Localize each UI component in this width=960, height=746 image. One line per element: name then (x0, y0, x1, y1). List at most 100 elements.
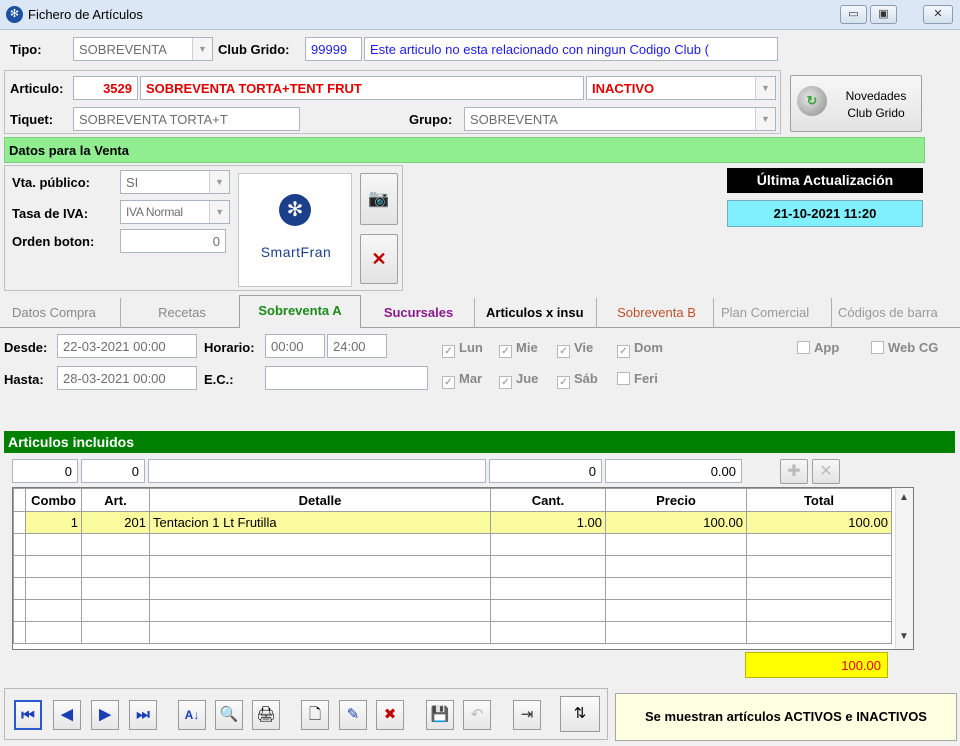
edit-art-field[interactable]: 0 (81, 459, 145, 483)
undo-button[interactable]: ↶ (463, 700, 491, 730)
check-icon: ✓ (557, 345, 570, 358)
horario-desde-field[interactable]: 00:00 (265, 334, 325, 358)
next-record-button[interactable]: ▶ (91, 700, 119, 730)
exit-button[interactable]: ⇥ (513, 700, 541, 730)
vta-publico-label: Vta. público: (12, 175, 90, 190)
edit-button[interactable]: ✎ (339, 700, 367, 730)
checkbox-dom[interactable]: ✓ Dom (617, 340, 663, 358)
edit-precio-field[interactable]: 0.00 (605, 459, 742, 483)
desde-field[interactable]: 22-03-2021 00:00 (57, 334, 197, 358)
check-icon: ✓ (617, 345, 630, 358)
column-header-combo[interactable]: Combo (25, 488, 82, 512)
vta-publico-value: SI (126, 175, 139, 190)
sort-button[interactable]: A↓ (178, 700, 206, 730)
previous-record-button[interactable]: ◀ (53, 700, 81, 730)
cell-precio[interactable]: 100.00 (605, 511, 747, 534)
tab-recetas[interactable]: Recetas (125, 298, 239, 328)
column-header-detalle[interactable]: Detalle (149, 488, 491, 512)
filter-button[interactable]: ⇅ (560, 696, 600, 732)
column-header-cant[interactable]: Cant. (490, 488, 606, 512)
row-indicator-header (13, 488, 26, 512)
edit-combo-field[interactable]: 0 (12, 459, 78, 483)
save-button[interactable]: 💾 (426, 700, 454, 730)
tipo-select[interactable]: SOBREVENTA ▼ (73, 37, 213, 61)
grupo-value: SOBREVENTA (470, 112, 558, 127)
horario-hasta-field[interactable]: 24:00 (327, 334, 387, 358)
close-button[interactable]: ✕ (923, 5, 953, 24)
articulo-name-field[interactable]: SOBREVENTA TORTA+TENT FRUT (140, 76, 584, 100)
camera-button[interactable]: 📷 (360, 173, 398, 225)
ultima-actualizacion-label: Última Actualización (727, 168, 923, 193)
checkbox-vie[interactable]: ✓ Vie (557, 340, 593, 358)
new-button[interactable]: 🗋 (301, 700, 329, 730)
tab-datos-compra[interactable]: Datos Compra (4, 298, 121, 328)
checkbox-mie[interactable]: ✓ Mie (499, 340, 538, 358)
tab-sucursales[interactable]: Sucursales (363, 298, 475, 328)
ec-field[interactable] (265, 366, 428, 390)
maximize-button[interactable]: ▣ (870, 5, 897, 24)
table-row[interactable] (13, 621, 892, 644)
checkbox-web-cg[interactable]: Web CG (871, 340, 938, 355)
tab-articulos-x-insumo[interactable]: Articulos x insu (478, 298, 597, 328)
next-icon: ▶ (99, 706, 111, 723)
first-record-button[interactable]: ⏮ (14, 700, 42, 730)
table-row[interactable] (13, 533, 892, 556)
minimize-button[interactable]: ▭ (840, 5, 867, 24)
cell-cant[interactable]: 1.00 (490, 511, 606, 534)
tab-sobreventa-a[interactable]: Sobreventa A (239, 295, 361, 328)
close-icon: ✕ (819, 463, 833, 480)
delete-image-button[interactable]: ✕ (360, 234, 398, 284)
articulo-label: Articulo: (10, 81, 64, 96)
hasta-field[interactable]: 28-03-2021 00:00 (57, 366, 197, 390)
search-button[interactable]: 🔍 (215, 700, 243, 730)
estado-select[interactable]: INACTIVO ▼ (586, 76, 776, 100)
cell-total[interactable]: 100.00 (746, 511, 892, 534)
chevron-down-icon: ▼ (209, 201, 229, 223)
tab-codigos-barra[interactable]: Códigos de barra (834, 298, 960, 328)
checkbox-mar[interactable]: ✓ Mar (442, 371, 482, 389)
cell-combo[interactable]: 1 (25, 511, 82, 534)
column-header-precio[interactable]: Precio (605, 488, 747, 512)
add-row-button[interactable]: ✚ (780, 459, 808, 484)
checkbox-sab[interactable]: ✓ Sáb (557, 371, 598, 389)
grupo-label: Grupo: (409, 112, 453, 127)
print-button[interactable]: 🖨 (252, 700, 280, 730)
camera-icon: 📷 (368, 189, 390, 208)
orden-field[interactable]: 0 (120, 229, 226, 253)
day-label: Vie (574, 340, 594, 355)
cell-art[interactable]: 201 (81, 511, 150, 534)
checkbox-lun[interactable]: ✓ Lun (442, 340, 483, 358)
last-record-button[interactable]: ⏭ (129, 700, 157, 730)
chevron-down-icon[interactable]: ▼ (899, 631, 909, 642)
delete-row-button[interactable]: ✕ (812, 459, 840, 484)
sort-az-icon: A↓ (184, 708, 200, 722)
column-header-art[interactable]: Art. (81, 488, 150, 512)
novedades-button[interactable]: ↻ Novedades Club Grido (790, 75, 922, 132)
tiquet-label: Tiquet: (10, 112, 54, 127)
vta-publico-select[interactable]: SI ▼ (120, 170, 230, 194)
window-title: Fichero de Artículos (28, 7, 143, 22)
checkbox-jue[interactable]: ✓ Jue (499, 371, 538, 389)
table-row[interactable]: 1 201 Tentacion 1 Lt Frutilla 1.00 100.0… (13, 511, 892, 534)
novedades-label: Novedades Club Grido (845, 89, 907, 120)
checkbox-app[interactable]: App (797, 340, 839, 355)
tab-plan-comercial[interactable]: Plan Comercial (716, 298, 832, 328)
grid-scrollbar[interactable]: ▲ ▼ (895, 488, 913, 649)
articulo-code-field[interactable]: 3529 (73, 76, 138, 100)
column-header-total[interactable]: Total (746, 488, 892, 512)
tiquet-field[interactable]: SOBREVENTA TORTA+T (73, 107, 300, 131)
edit-detalle-field[interactable] (148, 459, 486, 483)
tab-sobreventa-b[interactable]: Sobreventa B (600, 298, 714, 328)
iva-select[interactable]: IVA Normal ▼ (120, 200, 230, 224)
cell-detalle[interactable]: Tentacion 1 Lt Frutilla (149, 511, 491, 534)
club-desc-field[interactable]: Este articulo no esta relacionado con ni… (364, 37, 778, 61)
table-row[interactable] (13, 577, 892, 600)
delete-button[interactable]: ✖ (376, 700, 404, 730)
checkbox-feri[interactable]: Feri (617, 371, 658, 386)
grupo-select[interactable]: SOBREVENTA ▼ (464, 107, 776, 131)
club-code-field[interactable]: 99999 (305, 37, 362, 61)
table-row[interactable] (13, 599, 892, 622)
chevron-up-icon[interactable]: ▲ (899, 492, 909, 503)
edit-cant-field[interactable]: 0 (489, 459, 602, 483)
table-row[interactable] (13, 555, 892, 578)
